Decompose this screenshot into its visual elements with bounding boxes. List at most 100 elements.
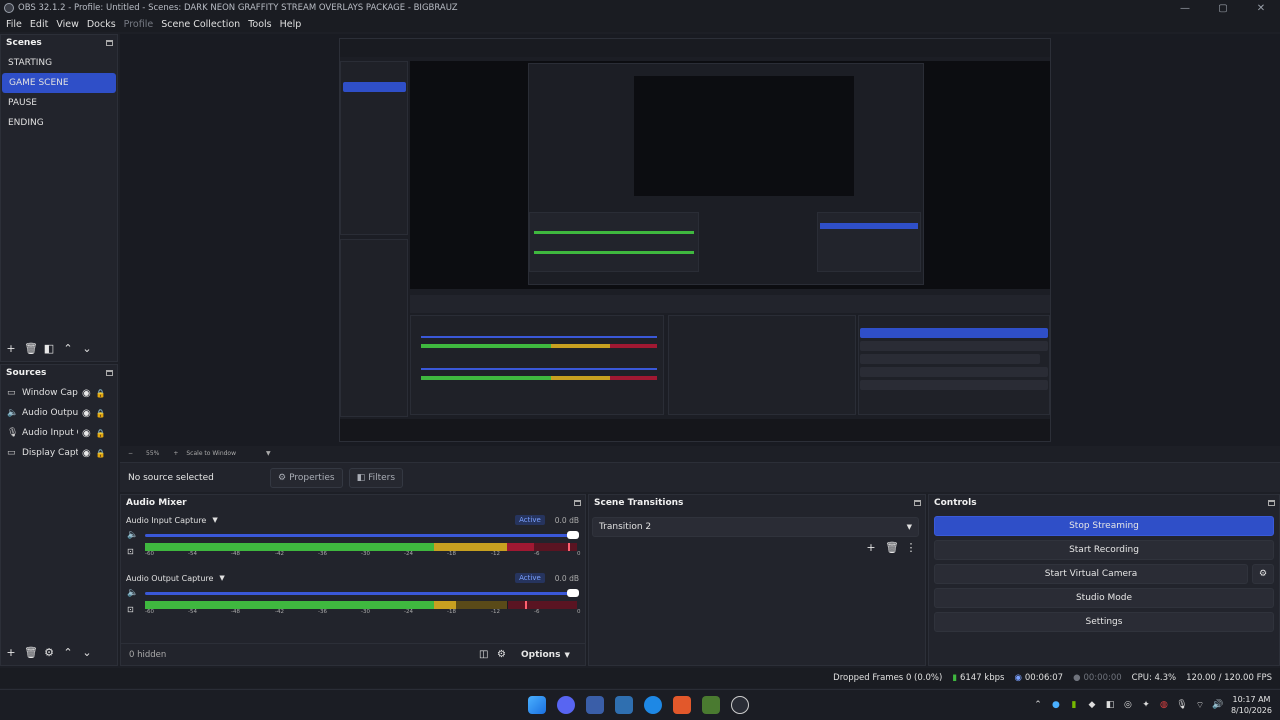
nvidia-icon[interactable]: [702, 696, 720, 714]
source-properties-icon[interactable]: ⚙: [43, 646, 55, 659]
menu-scene-collection[interactable]: Scene Collection: [161, 19, 240, 30]
security-tray-icon[interactable]: ◍: [1155, 700, 1173, 710]
stop-streaming-button[interactable]: Stop Streaming: [934, 516, 1274, 536]
source-item[interactable]: ▭ Display Capture ◉ 🔒: [1, 443, 117, 463]
eye-icon[interactable]: ◉: [82, 448, 91, 459]
volume-slider[interactable]: [145, 589, 579, 597]
filters-button[interactable]: ◧ Filters: [348, 467, 404, 488]
app-tray-icon[interactable]: ◆: [1083, 700, 1101, 710]
close-button[interactable]: ✕: [1242, 3, 1280, 14]
source-item[interactable]: ▭ Window Capture ◉ 🔒: [1, 383, 117, 403]
move-up-icon[interactable]: ⌃: [62, 646, 74, 659]
options-button[interactable]: Options: [521, 650, 560, 660]
chevron-up-icon[interactable]: ⌃: [1029, 700, 1047, 710]
clock[interactable]: 10:17 AM 8/10/2026: [1231, 694, 1272, 716]
add-scene-icon[interactable]: +: [5, 342, 17, 355]
nested-controls-2: [817, 212, 921, 272]
hidden-count: 0 hidden: [129, 649, 167, 660]
scene-item[interactable]: GAME SCENE: [2, 73, 116, 93]
volume-slider[interactable]: [145, 531, 579, 539]
advanced-audio-icon[interactable]: ⚙: [497, 649, 521, 660]
lock-icon[interactable]: 🔒: [96, 449, 106, 458]
scene-item[interactable]: STARTING: [1, 53, 117, 73]
scene-item[interactable]: ENDING: [1, 113, 117, 133]
menu-tools[interactable]: Tools: [248, 19, 271, 30]
meter-tick-label: -54: [188, 609, 197, 615]
volume-tray-icon[interactable]: 🔊: [1209, 700, 1227, 710]
undock-icon[interactable]: [914, 500, 921, 506]
zoom-mode[interactable]: Scale to Window: [186, 450, 236, 457]
brave-icon[interactable]: [673, 696, 691, 714]
slider-knob[interactable]: [567, 589, 579, 597]
start-recording-button[interactable]: Start Recording: [934, 540, 1274, 560]
properties-button[interactable]: ⚙ Properties: [270, 467, 343, 488]
windows-start-icon[interactable]: [528, 696, 546, 714]
app-g-icon[interactable]: [615, 696, 633, 714]
minimize-button[interactable]: —: [1166, 3, 1204, 14]
virtual-camera-settings-icon[interactable]: ⚙: [1252, 564, 1274, 584]
scene-item[interactable]: PAUSE: [1, 93, 117, 113]
channel-menu-icon[interactable]: ▼: [212, 516, 217, 524]
menu-profile[interactable]: Profile: [124, 19, 154, 30]
lock-icon[interactable]: 🔒: [96, 409, 106, 418]
controller-tray-icon[interactable]: ◧: [1101, 700, 1119, 710]
lock-icon[interactable]: 🔒: [96, 429, 106, 438]
obs-tray-icon[interactable]: ◎: [1119, 700, 1137, 710]
eye-icon[interactable]: ◉: [82, 388, 91, 399]
undock-icon[interactable]: [106, 370, 113, 376]
options-dropdown-icon[interactable]: ▼: [564, 651, 569, 659]
move-down-icon[interactable]: ⌄: [81, 646, 93, 659]
slider-knob[interactable]: [567, 531, 579, 539]
monitor-icon[interactable]: ⊡: [127, 605, 141, 614]
move-up-icon[interactable]: ⌃: [62, 342, 74, 355]
obs-icon[interactable]: [731, 696, 749, 714]
nvidia-tray-icon[interactable]: ▮: [1065, 700, 1083, 710]
maximize-button[interactable]: ▢: [1204, 3, 1242, 14]
eye-icon[interactable]: ◉: [82, 428, 91, 439]
file-explorer-icon[interactable]: [586, 696, 604, 714]
status-bar: Dropped Frames 0 (0.0%) ▮ 6147 kbps ◉ 00…: [0, 668, 1280, 688]
undock-icon[interactable]: [106, 40, 113, 46]
channel-menu-icon[interactable]: ▼: [219, 574, 224, 582]
transition-select[interactable]: Transition 2 ▼: [592, 517, 919, 537]
lock-icon[interactable]: 🔒: [96, 389, 106, 398]
speaker-icon[interactable]: 🔈: [127, 588, 141, 598]
studio-mode-button[interactable]: Studio Mode: [934, 588, 1274, 608]
program-preview[interactable]: [339, 38, 1051, 442]
remove-scene-icon[interactable]: 🗑: [24, 342, 38, 355]
source-item[interactable]: 🎙Audio Input Capture ◉ 🔒: [1, 423, 117, 443]
remove-transition-icon[interactable]: 🗑: [885, 541, 899, 554]
sources-dock: Sources ▭Window Capture◉🔒🔈Audio Output C…: [0, 364, 118, 666]
add-transition-icon[interactable]: +: [865, 541, 877, 554]
undock-icon[interactable]: [1268, 500, 1275, 506]
menu-edit[interactable]: Edit: [30, 19, 48, 30]
menu-file[interactable]: File: [6, 19, 22, 30]
move-down-icon[interactable]: ⌄: [81, 342, 93, 355]
scene-filters-icon[interactable]: ◧: [43, 342, 55, 355]
menu-help[interactable]: Help: [280, 19, 302, 30]
browser-icon[interactable]: [644, 696, 662, 714]
add-source-icon[interactable]: +: [5, 646, 17, 659]
wifi-tray-icon[interactable]: ⌔: [1191, 700, 1209, 711]
zoom-in-button[interactable]: +: [173, 450, 178, 457]
start-virtual-camera-button[interactable]: Start Virtual Camera: [934, 564, 1248, 584]
monitor-icon[interactable]: ⊡: [127, 547, 141, 556]
layout-icon[interactable]: ◫: [479, 649, 497, 660]
zoom-out-button[interactable]: −: [128, 450, 140, 457]
source-item[interactable]: 🔈Audio Output Capture ◉ 🔒: [1, 403, 117, 423]
edge-tray-icon[interactable]: ●: [1047, 700, 1065, 710]
eye-icon[interactable]: ◉: [82, 408, 91, 419]
settings-button[interactable]: Settings: [934, 612, 1274, 632]
speaker-icon[interactable]: 🔈: [127, 530, 141, 540]
menu-docks[interactable]: Docks: [87, 19, 116, 30]
channel-db: 0.0 dB: [554, 573, 579, 583]
tool-tray-icon[interactable]: ✦: [1137, 700, 1155, 710]
zoom-dropdown-icon[interactable]: ▼: [266, 450, 271, 457]
microphone-tray-icon[interactable]: 🎙: [1173, 700, 1191, 710]
remove-source-icon[interactable]: 🗑: [24, 646, 38, 659]
more-options-icon[interactable]: ⋮: [905, 541, 917, 554]
menu-view[interactable]: View: [56, 19, 79, 30]
slider-track: [145, 592, 577, 595]
undock-icon[interactable]: [574, 500, 581, 506]
discord-icon[interactable]: [557, 696, 575, 714]
